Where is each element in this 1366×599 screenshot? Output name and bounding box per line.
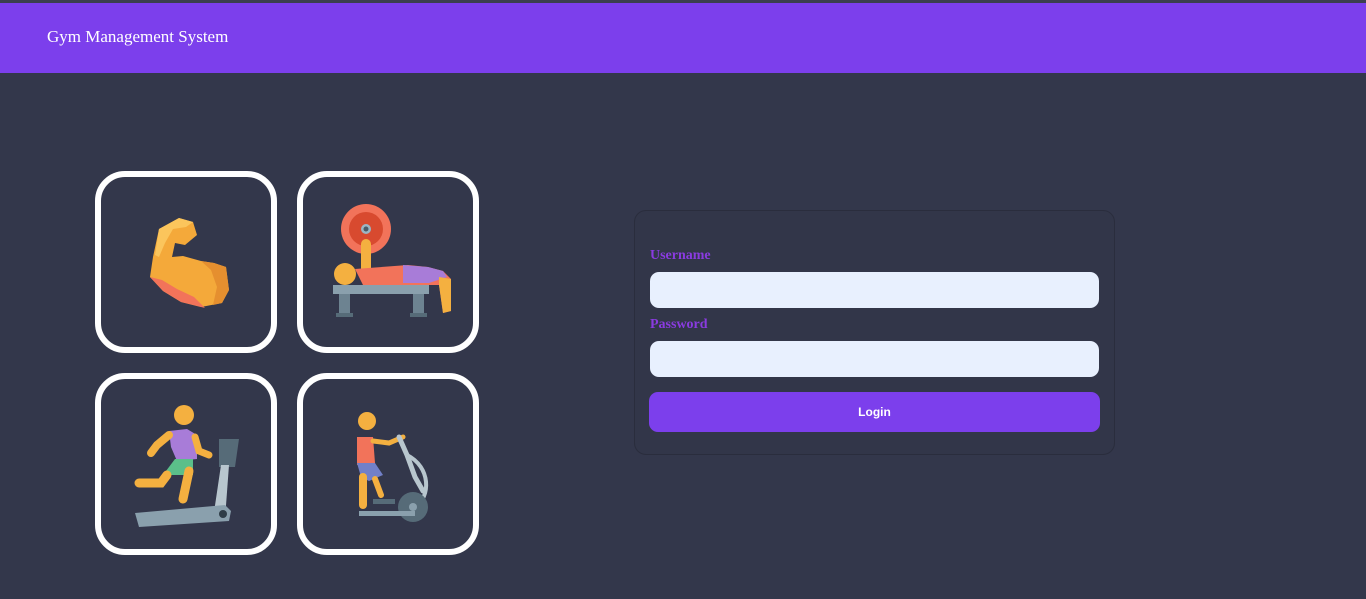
- treadmill-runner-icon: [134, 405, 239, 527]
- password-label: Password: [650, 317, 708, 332]
- login-card: Username Password Login: [634, 210, 1115, 455]
- bench-press-icon: [333, 204, 451, 317]
- navbar: Gym Management System: [0, 3, 1366, 73]
- username-label: Username: [650, 248, 711, 263]
- login-button[interactable]: Login: [649, 392, 1100, 432]
- tile-treadmill: [95, 373, 277, 555]
- tile-elliptical: [297, 373, 479, 555]
- username-input[interactable]: [650, 272, 1099, 308]
- tile-strength: [95, 171, 277, 353]
- brand-title[interactable]: Gym Management System: [47, 27, 228, 47]
- tile-bench-press: [297, 171, 479, 353]
- flexed-bicep-icon: [150, 218, 229, 308]
- password-input[interactable]: [650, 341, 1099, 377]
- elliptical-trainer-icon: [357, 412, 429, 522]
